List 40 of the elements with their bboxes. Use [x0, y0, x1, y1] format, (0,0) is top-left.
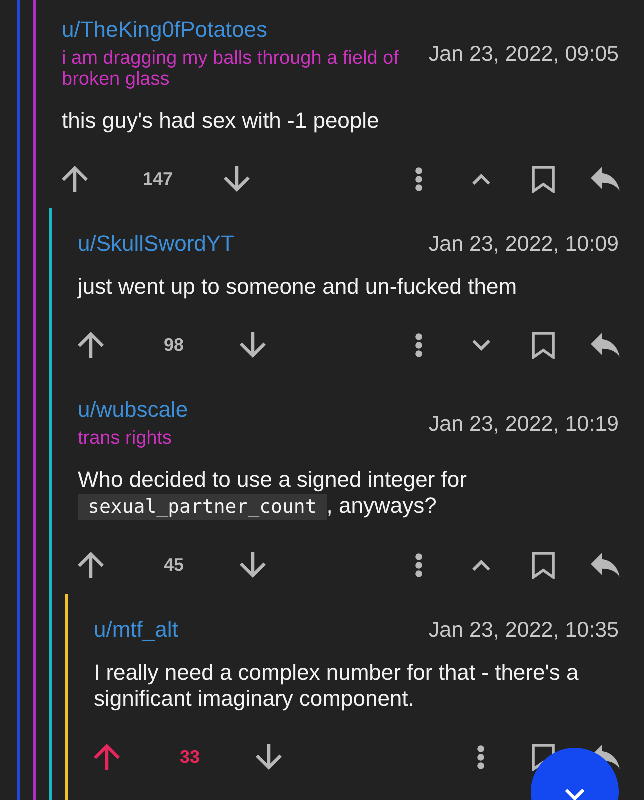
upvote-arrow-icon[interactable]: [94, 744, 120, 770]
vote-score: 98: [162, 334, 186, 356]
upvote-arrow-icon[interactable]: [62, 166, 88, 192]
username[interactable]: u/mtf_alt: [94, 618, 178, 642]
comment-text: Who decided to use a signed integer for sexual_partner_count , anyways?: [78, 467, 468, 520]
chevron-up-icon[interactable]: [472, 174, 490, 184]
timestamp: Jan 23, 2022, 09:05: [428, 42, 619, 66]
username[interactable]: u/SkullSwordYT: [78, 232, 235, 256]
timestamp: Jan 23, 2022, 10:19: [428, 412, 619, 436]
vote-score: 33: [178, 746, 202, 768]
username[interactable]: u/TheKing0fPotatoes: [62, 18, 268, 42]
user-flair: trans rights: [78, 428, 172, 449]
more-options-icon[interactable]: [415, 166, 423, 192]
vote-score: 45: [162, 554, 186, 576]
upvote-arrow-icon[interactable]: [78, 332, 104, 358]
comment-text: just went up to someone and un-fucked them: [78, 274, 518, 300]
timestamp: Jan 23, 2022, 10:09: [428, 232, 619, 256]
username[interactable]: u/wubscale: [78, 398, 188, 422]
vote-score: 147: [142, 168, 174, 190]
chevron-down-icon: [565, 789, 585, 800]
reply-icon[interactable]: [590, 167, 620, 191]
reply-icon[interactable]: [590, 553, 620, 577]
downvote-arrow-icon[interactable]: [256, 744, 282, 770]
comment-text: I really need a complex number for that - there's a significant imaginary component.: [94, 660, 580, 712]
timestamp: Jan 23, 2022, 10:35: [428, 618, 619, 642]
downvote-arrow-icon[interactable]: [224, 166, 250, 192]
chevron-down-icon[interactable]: [472, 340, 490, 350]
downvote-arrow-icon[interactable]: [240, 552, 266, 578]
comment-text: this guy's had sex with -1 people: [62, 108, 380, 134]
upvote-arrow-icon[interactable]: [78, 552, 104, 578]
user-flair: i am dragging my balls through a field of broken glass: [62, 48, 400, 90]
reply-icon[interactable]: [590, 333, 620, 357]
chevron-up-icon[interactable]: [472, 560, 490, 570]
more-options-icon[interactable]: [415, 332, 423, 358]
bookmark-icon[interactable]: [532, 332, 554, 358]
bookmark-icon[interactable]: [532, 552, 554, 578]
more-options-icon[interactable]: [477, 744, 485, 770]
bookmark-icon[interactable]: [532, 166, 554, 192]
more-options-icon[interactable]: [415, 552, 423, 578]
downvote-arrow-icon[interactable]: [240, 332, 266, 358]
